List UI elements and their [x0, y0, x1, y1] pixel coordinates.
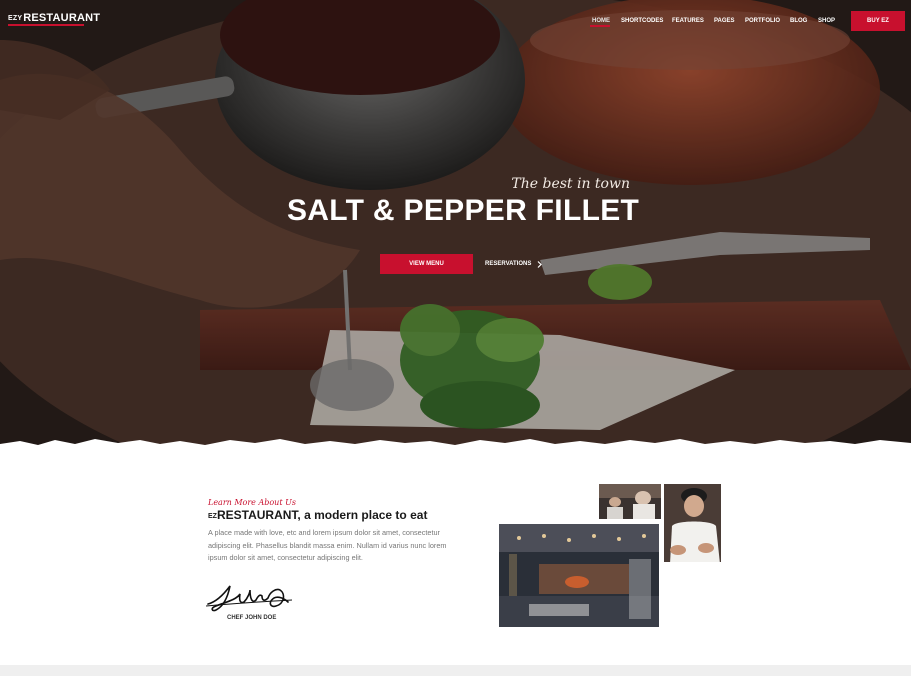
nav-active-indicator [590, 25, 610, 27]
nav-item-shop[interactable]: SHOP [818, 18, 835, 24]
nav-item-shortcodes[interactable]: SHORTCODES [621, 18, 663, 24]
reservations-label: RESERVATIONS [485, 261, 532, 267]
view-menu-button[interactable]: VIEW MENU [380, 254, 473, 274]
nav-item-features[interactable]: FEATURES [672, 18, 704, 24]
hero-title: SALT & PEPPER FILLET [287, 194, 640, 227]
buy-button[interactable]: BUY EZ [851, 11, 905, 31]
about-kicker: Learn More About Us [208, 498, 296, 507]
chef-signature [206, 585, 293, 612]
chef-name: CHEF JOHN DOE [227, 615, 277, 621]
nav-item-blog[interactable]: BLOG [790, 18, 807, 24]
about-title-ez: EZ [208, 513, 217, 520]
kitchen-photo-small [598, 483, 662, 520]
chef-photo [663, 483, 722, 563]
brand-logo[interactable]: EZYRESTAURANT [8, 12, 100, 24]
nav-item-home[interactable]: HOME [592, 18, 610, 24]
about-text: A place made with love, etc and lorem ip… [208, 528, 447, 563]
footer-strip [0, 665, 911, 676]
nav-item-portfolio[interactable]: PORTFOLIO [745, 18, 780, 24]
chevron-right-icon [537, 260, 543, 268]
nav-item-pages[interactable]: PAGES [714, 18, 735, 24]
reservations-button[interactable]: RESERVATIONS [485, 254, 543, 274]
about-title: EZRESTAURANT, a modern place to eat [208, 508, 427, 522]
restaurant-interior-photo [498, 523, 660, 628]
logo-underline [8, 24, 84, 26]
hero-tagline: The best in town [511, 176, 630, 192]
about-title-rest: RESTAURANT, a modern place to eat [216, 508, 428, 522]
torn-paper-divider [0, 439, 911, 452]
